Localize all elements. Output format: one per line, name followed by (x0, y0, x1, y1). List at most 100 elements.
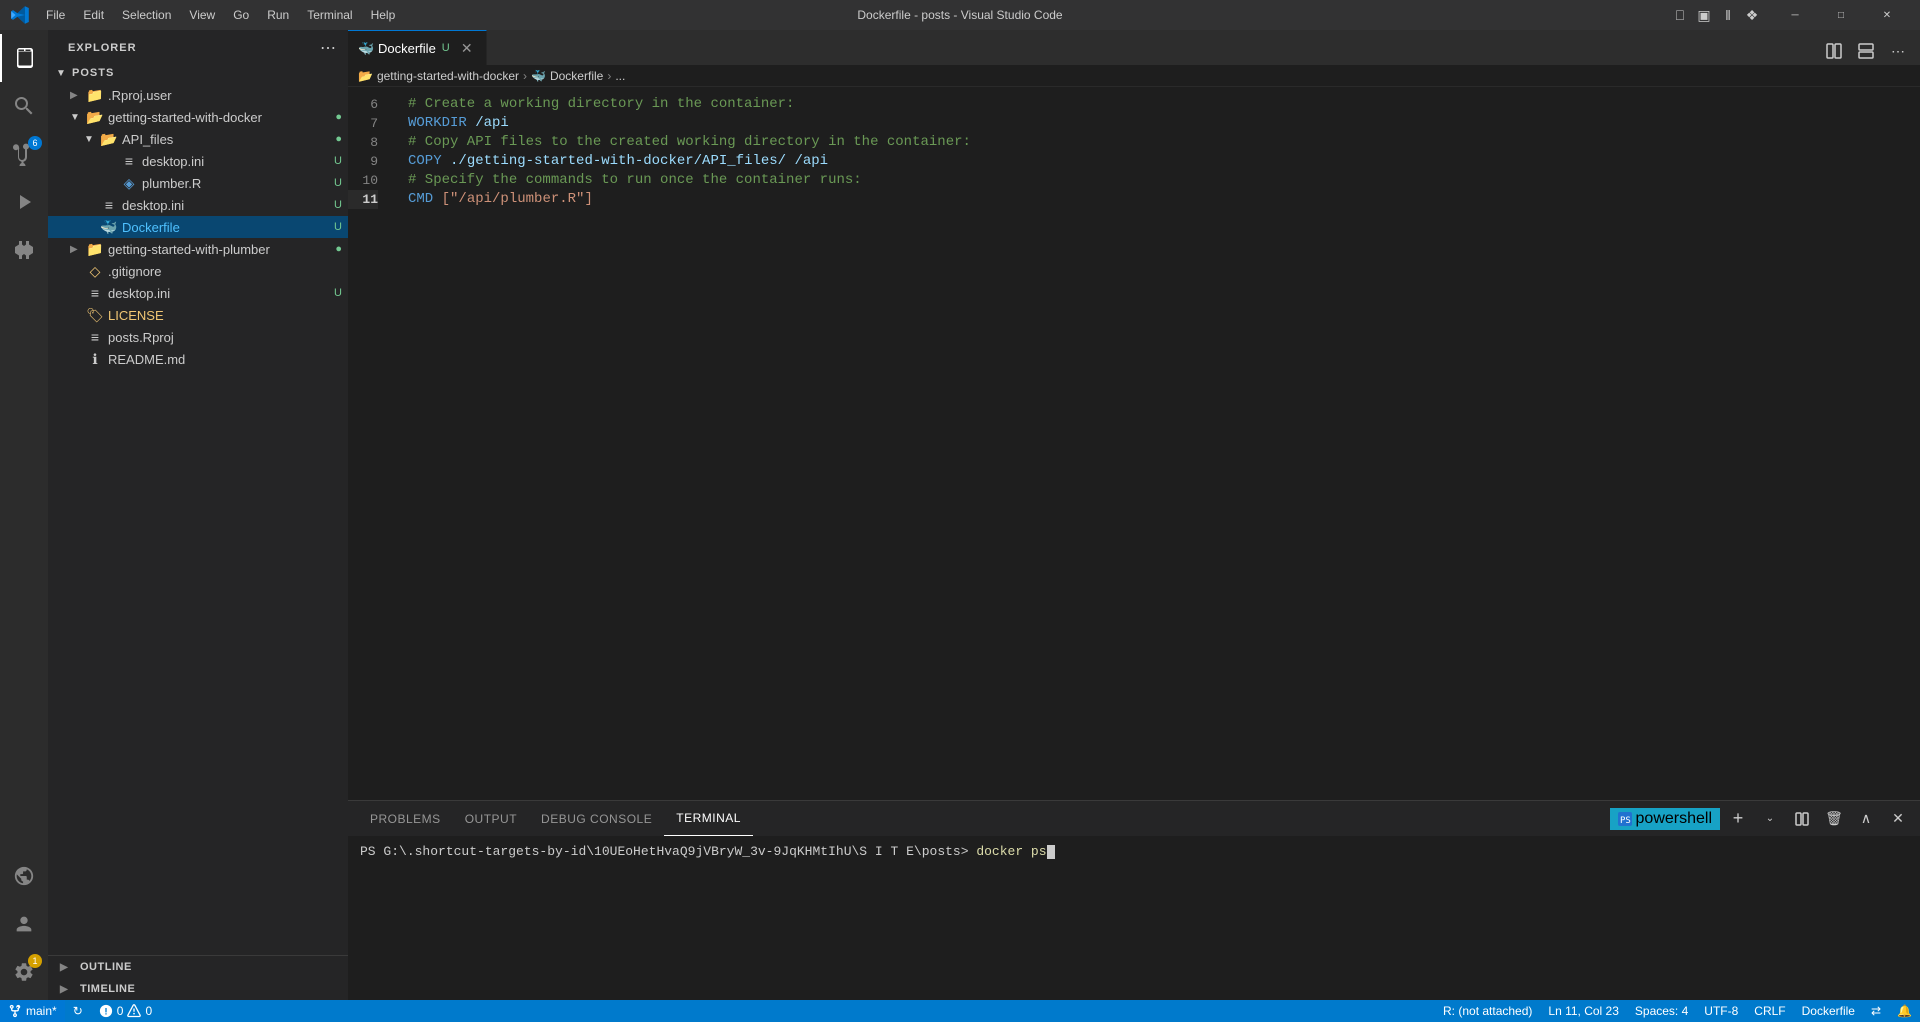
terminal-content[interactable]: PS G:\.shortcut-targets-by-id\10UEoHetHv… (348, 836, 1920, 1000)
split-terminal-button[interactable] (1788, 805, 1816, 833)
panel-area: PROBLEMS OUTPUT DEBUG CONSOLE TERMINAL P… (348, 800, 1920, 1000)
sync-icon: ↻ (73, 1004, 83, 1018)
breadcrumb-symbol[interactable]: ... (615, 69, 625, 83)
file-icon: ≡ (86, 284, 104, 302)
status-notifications[interactable]: ⇄ (1863, 1000, 1889, 1022)
minimize-button[interactable]: ─ (1772, 0, 1818, 30)
activity-bottom: 1 (0, 852, 48, 1000)
tree-root-desktop-ini[interactable]: ▶ ≡ desktop.ini U (48, 282, 348, 304)
menu-terminal[interactable]: Terminal (299, 6, 360, 24)
status-badge: ● (335, 243, 342, 255)
error-count: 0 (117, 1004, 124, 1018)
menu-run[interactable]: Run (259, 6, 297, 24)
tab-output[interactable]: OUTPUT (453, 801, 529, 836)
maximize-panel-button[interactable]: ∧ (1852, 805, 1880, 833)
close-panel-button[interactable]: ✕ (1884, 805, 1912, 833)
tab-debug-console[interactable]: DEBUG CONSOLE (529, 801, 664, 836)
status-branch[interactable]: main* (0, 1000, 65, 1022)
kill-terminal-button[interactable]: 🗑 (1820, 805, 1848, 833)
sidebar-bottom: ▶ OUTLINE ▶ TIMELINE (48, 955, 348, 1000)
tree-rproj-user[interactable]: ▶ 📁 .Rproj.user (48, 84, 348, 106)
timeline-section[interactable]: ▶ TIMELINE (48, 978, 348, 1000)
activity-account[interactable] (0, 900, 48, 948)
tree-dockerfile[interactable]: ▶ 🐳 Dockerfile U (48, 216, 348, 238)
tab-dockerfile[interactable]: 🐳 Dockerfile U ✕ (348, 30, 487, 65)
code-line-7: WORKDIR /api (408, 114, 1920, 133)
status-bell[interactable]: 🔔 (1889, 1000, 1920, 1022)
tree-license[interactable]: ▶ 🏷 LICENSE (48, 304, 348, 326)
tab-label: Dockerfile (378, 41, 436, 56)
tree-api-files[interactable]: ▼ 📂 API_files ● (48, 128, 348, 150)
menu-go[interactable]: Go (225, 6, 257, 24)
line-number: 8 (348, 133, 378, 152)
activity-remote[interactable] (0, 852, 48, 900)
layout-icon-1[interactable]: ⎕ (1670, 5, 1690, 25)
breadcrumb-folder[interactable]: 📂 getting-started-with-docker (358, 69, 519, 83)
restore-button[interactable]: □ (1818, 0, 1864, 30)
tree-gsp-folder[interactable]: ▶ 📁 getting-started-with-plumber ● (48, 238, 348, 260)
layout-icon-2[interactable]: ▣ (1694, 5, 1714, 25)
menu-edit[interactable]: Edit (75, 6, 112, 24)
activity-explorer[interactable] (0, 34, 48, 82)
git-branch-label: main* (26, 1004, 57, 1018)
panel-terminal-selector[interactable]: PS powershell (1610, 808, 1720, 830)
activity-settings[interactable]: 1 (0, 948, 48, 996)
status-bar: main* ↻ 0 0 R: (not attached) Ln 11, Col… (0, 1000, 1920, 1022)
status-position[interactable]: Ln 11, Col 23 (1540, 1000, 1627, 1022)
status-remote[interactable]: R: (not attached) (1435, 1000, 1540, 1022)
code-line-11: CMD ["/api/plumber.R"] (408, 190, 1920, 209)
tree-gsd-folder[interactable]: ▼ 📂 getting-started-with-docker ● (48, 106, 348, 128)
status-errors[interactable]: 0 0 (91, 1000, 160, 1022)
sidebar-menu-icon[interactable]: ⋯ (320, 38, 336, 58)
menu-help[interactable]: Help (363, 6, 404, 24)
activity-run-debug[interactable] (0, 178, 48, 226)
position-label: Ln 11, Col 23 (1548, 1004, 1619, 1018)
code-line-6: # Create a working directory in the cont… (408, 95, 1920, 114)
tab-close-button[interactable]: ✕ (458, 39, 476, 57)
terminal-type-label: powershell (1636, 810, 1712, 828)
line-number: 9 (348, 152, 378, 171)
warning-count: 0 (145, 1004, 152, 1018)
close-button[interactable]: ✕ (1864, 0, 1910, 30)
menu-file[interactable]: File (38, 6, 73, 24)
tree-api-desktop-ini[interactable]: ▶ ≡ desktop.ini U (48, 150, 348, 172)
tree-gitignore[interactable]: ▶ ◇ .gitignore (48, 260, 348, 282)
add-terminal-button[interactable]: + (1724, 805, 1752, 833)
more-actions-button[interactable]: ⋯ (1884, 37, 1912, 65)
status-spaces[interactable]: Spaces: 4 (1627, 1000, 1696, 1022)
activity-search[interactable] (0, 82, 48, 130)
tree-docker-desktop-ini[interactable]: ▶ ≡ desktop.ini U (48, 194, 348, 216)
tab-bar: 🐳 Dockerfile U ✕ ⋯ (348, 30, 1920, 65)
folder-open-icon: 📂 (100, 130, 118, 148)
layout-icon-3[interactable]: ‖ (1718, 5, 1738, 25)
breadcrumb-file[interactable]: 🐳 Dockerfile (531, 69, 603, 83)
tree-root-posts[interactable]: ▼ POSTS (48, 62, 348, 84)
status-badge: ● (335, 111, 342, 123)
activity-extensions[interactable] (0, 226, 48, 274)
outline-section[interactable]: ▶ OUTLINE (48, 956, 348, 978)
status-sync[interactable]: ↻ (65, 1000, 91, 1022)
tab-terminal[interactable]: TERMINAL (664, 801, 753, 836)
terminal-dropdown[interactable]: ⌄ (1756, 805, 1784, 833)
svg-text:PS: PS (1620, 816, 1631, 826)
tree-rproj[interactable]: ▶ ≡ posts.Rproj (48, 326, 348, 348)
layout-icon-4[interactable]: ❖ (1742, 5, 1762, 25)
menu-view[interactable]: View (181, 6, 223, 24)
editor-layout-button[interactable] (1852, 37, 1880, 65)
panel-tabs: PROBLEMS OUTPUT DEBUG CONSOLE TERMINAL P… (348, 801, 1920, 836)
tree-readme[interactable]: ▶ ℹ README.md (48, 348, 348, 370)
folder-icon: 📂 (358, 69, 373, 83)
line-number: 10 (348, 171, 378, 190)
tree-plumber-r[interactable]: ▶ ◈ plumber.R U (48, 172, 348, 194)
status-encoding[interactable]: UTF-8 (1696, 1000, 1746, 1022)
arrow-icon: ▶ (70, 90, 86, 101)
code-editor[interactable]: 6 7 8 9 10 11 # Create a working directo… (348, 87, 1920, 800)
status-line-ending[interactable]: CRLF (1746, 1000, 1793, 1022)
status-language[interactable]: Dockerfile (1794, 1000, 1863, 1022)
menu-selection[interactable]: Selection (114, 6, 179, 24)
git-branch-icon (8, 1004, 22, 1018)
split-editor-button[interactable] (1820, 37, 1848, 65)
activity-source-control[interactable]: 6 (0, 130, 48, 178)
code-content[interactable]: # Create a working directory in the cont… (398, 87, 1920, 800)
tab-problems[interactable]: PROBLEMS (358, 801, 453, 836)
